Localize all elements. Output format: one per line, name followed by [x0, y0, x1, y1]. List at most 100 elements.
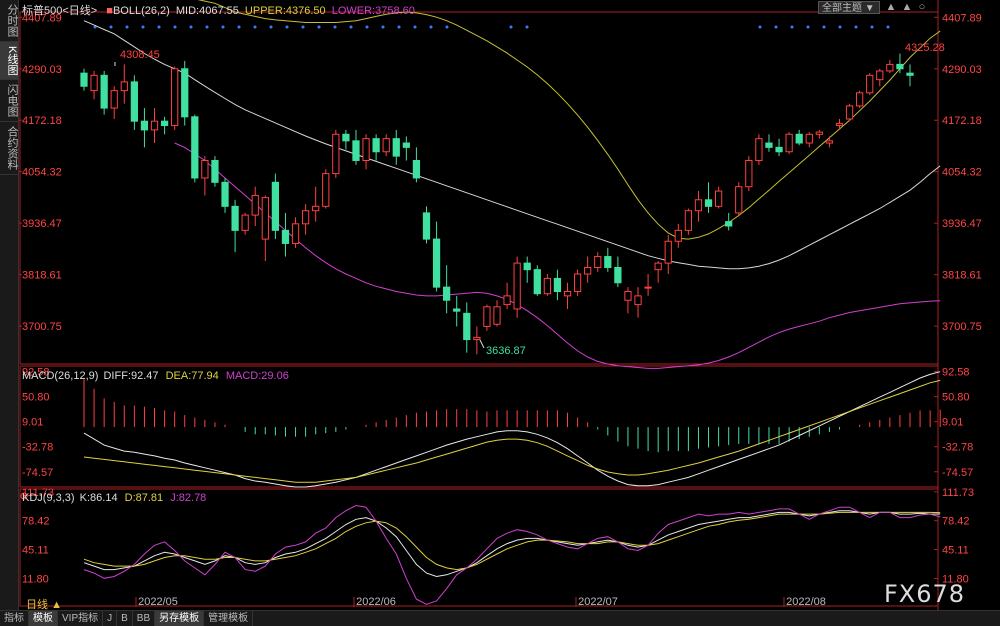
bottom-tab-0[interactable]: 指标 [0, 611, 29, 626]
signal-dot [381, 25, 385, 29]
candle-body [503, 295, 511, 306]
signal-dot [525, 25, 529, 29]
candle-body [281, 229, 290, 244]
candle-body [785, 133, 793, 153]
candle-body [160, 120, 169, 127]
candle-body [130, 81, 138, 122]
candle-body [402, 142, 410, 148]
candle-body [100, 74, 108, 109]
candle-body [372, 138, 380, 153]
kdj-label: KDJ(9,3,3) [22, 492, 75, 504]
ytick-label: -32.78 [942, 442, 973, 454]
boll-icon: ■ [106, 5, 113, 17]
candle-body [271, 181, 280, 231]
ytick-label: 4407.89 [942, 12, 982, 24]
signal-dot [397, 25, 401, 29]
signal-dot [253, 25, 257, 29]
bottom-tab-4[interactable]: B [117, 611, 133, 626]
signal-dot [189, 25, 193, 29]
sidebar-tab-2[interactable]: 闪电图 [0, 80, 18, 123]
candle-body [473, 336, 481, 341]
signal-dot [870, 25, 874, 29]
candle-body [443, 286, 451, 301]
kdj-j-line [83, 504, 941, 605]
candle-body [382, 138, 390, 153]
candle-body [775, 146, 783, 153]
candle-body [483, 306, 491, 327]
period-tag: <日线> [62, 5, 98, 17]
panel-frame-2 [19, 488, 939, 607]
ytick-label-left: 3818.61 [22, 270, 62, 282]
candle-body [241, 214, 249, 231]
macd-dea-line [83, 379, 941, 483]
restore-icon[interactable]: ▲ [900, 0, 914, 14]
candle-body [301, 210, 310, 225]
bottom-tab-6[interactable]: 另存模板 [155, 611, 205, 626]
candle-body [845, 105, 854, 120]
theme-selector[interactable]: 全部主题 ▼ [818, 1, 880, 14]
kdj-j: J:82.78 [170, 492, 207, 504]
boll-mid-line [83, 20, 941, 270]
signal-dot [349, 25, 353, 29]
signal-dot [445, 25, 449, 29]
candle-body [735, 186, 743, 214]
candle-body [291, 223, 300, 244]
ytick-label-left: 3936.47 [22, 218, 62, 230]
bottom-tab-1[interactable]: 模板 [29, 611, 58, 626]
candle-body [90, 74, 98, 92]
candle-body [150, 120, 159, 131]
sidebar-tab-0[interactable]: 分时图 [0, 0, 18, 42]
candle-body [181, 68, 189, 118]
candle-body [322, 173, 330, 207]
ytick-label-left: -74.57 [22, 467, 53, 479]
candle-body [755, 138, 763, 161]
bottom-tab-3[interactable]: J [103, 611, 118, 626]
signal-dot [854, 25, 858, 29]
bottom-tab-7[interactable]: 管理模板 [204, 611, 254, 626]
boll-lower-line [174, 142, 941, 369]
candle-body [422, 212, 431, 240]
ytick-label: 111.73 [942, 487, 974, 499]
bottom-toolbar: 指标 模板 VIP指标 J B BB 另存模板 管理模板 [0, 610, 1000, 626]
annotation-low-tick [479, 339, 485, 349]
minimize-icon[interactable]: ▲ [884, 0, 898, 14]
bottom-tab-5[interactable]: BB [133, 611, 156, 626]
signal-dot [141, 25, 145, 29]
macd-diff: DIFF:92.47 [103, 370, 159, 382]
signal-dot [317, 25, 321, 29]
ytick-label: 4054.32 [942, 167, 982, 179]
candle-body [432, 238, 441, 288]
candle-body [674, 229, 682, 242]
macd-label: MACD(26,12,9) [22, 370, 99, 382]
candle-body [765, 142, 773, 148]
candle-body [835, 122, 844, 127]
boll-lower: LOWER:3758.60 [331, 5, 415, 17]
candle-body [825, 140, 834, 144]
symbol-name: 标普500 [22, 5, 63, 17]
ytick-label-left: 3700.75 [22, 321, 62, 333]
ytick-label-left: 4290.03 [22, 64, 62, 76]
signal-dot [333, 25, 337, 29]
ytick-label: 45.11 [942, 545, 969, 557]
candle-body [896, 63, 904, 70]
close-icon[interactable]: ○ [915, 0, 929, 14]
sidebar-tab-3[interactable]: 合约资料 [0, 122, 18, 176]
signal-dot [774, 25, 778, 29]
signal-dot [413, 25, 417, 29]
sidebar-tab-1[interactable]: K线图 [0, 42, 18, 81]
candle-body [584, 266, 592, 275]
candle-body [664, 240, 672, 264]
macd-value: MACD:29.06 [225, 370, 289, 382]
candle-body [362, 138, 370, 161]
candle-body [805, 133, 813, 144]
candle-body [745, 159, 753, 188]
signal-dot [285, 25, 289, 29]
candle-body [352, 140, 360, 161]
candle-body [171, 68, 179, 127]
price-header: 标普500<日线> ■BOLL(26,2) MID:4067.55 UPPER:… [22, 2, 415, 18]
candle-body [453, 308, 461, 312]
ytick-label-left: -32.78 [22, 442, 53, 454]
candle-body [644, 286, 652, 289]
bottom-tab-2[interactable]: VIP指标 [58, 611, 104, 626]
candle-body [573, 273, 582, 293]
